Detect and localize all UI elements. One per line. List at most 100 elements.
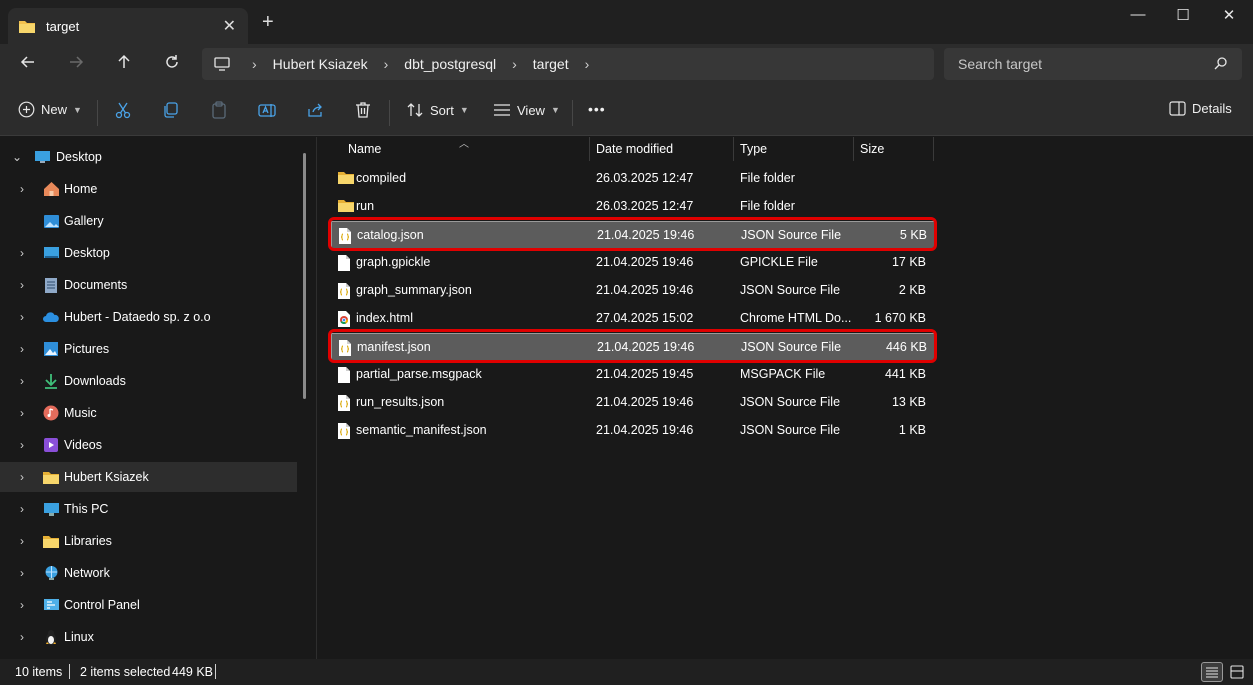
details-view-button[interactable] bbox=[1201, 662, 1223, 682]
chevron-right-icon[interactable]: › bbox=[20, 470, 24, 484]
new-button[interactable]: New ▼ bbox=[18, 101, 82, 118]
column-header-size[interactable]: Size bbox=[860, 137, 884, 161]
sidebar-item-control-panel[interactable]: › Control Panel bbox=[0, 590, 297, 620]
chevron-down-icon: ▼ bbox=[550, 105, 560, 115]
file-row[interactable]: partial_parse.msgpack 21.04.2025 19:45 MSG… bbox=[331, 361, 935, 389]
column-divider[interactable] bbox=[733, 137, 734, 161]
sidebar-item-documents[interactable]: › Documents bbox=[0, 270, 297, 300]
json-file-icon bbox=[337, 394, 353, 412]
folder-icon bbox=[19, 20, 35, 33]
sidebar-item-videos[interactable]: › Videos bbox=[0, 430, 297, 460]
file-row[interactable]: graph.gpickle 21.04.2025 19:46 GPICKLE Fil… bbox=[331, 249, 935, 277]
up-button[interactable] bbox=[109, 52, 139, 78]
chevron-right-icon[interactable]: › bbox=[20, 310, 24, 324]
sidebar-item-label: Music bbox=[64, 406, 97, 420]
search-box[interactable] bbox=[944, 48, 1242, 80]
minimize-button[interactable]: — bbox=[1123, 6, 1153, 23]
column-divider[interactable] bbox=[933, 137, 934, 161]
file-size: 17 KB bbox=[891, 255, 926, 269]
file-row[interactable]: compiled 26.03.2025 12:47 File folder bbox=[331, 165, 935, 193]
column-divider[interactable] bbox=[853, 137, 854, 161]
share-button[interactable] bbox=[306, 101, 324, 119]
chevron-right-icon[interactable]: › bbox=[20, 278, 24, 292]
breadcrumb-user[interactable]: Hubert Ksiazek bbox=[273, 56, 368, 72]
sidebar-item-linux[interactable]: › Linux bbox=[0, 622, 297, 652]
column-header-name[interactable]: Name bbox=[348, 137, 381, 161]
sidebar-scrollbar[interactable] bbox=[303, 153, 306, 399]
file-row[interactable]: semantic_manifest.json 21.04.2025 19:46 JS… bbox=[331, 417, 935, 445]
sidebar-item-desktop-root[interactable]: ⌄ Desktop bbox=[0, 142, 297, 172]
forward-button[interactable] bbox=[61, 52, 91, 78]
column-header-type[interactable]: Type bbox=[740, 137, 767, 161]
file-name: partial_parse.msgpack bbox=[356, 367, 482, 381]
chevron-right-icon[interactable]: › bbox=[20, 374, 24, 388]
file-name: run_results.json bbox=[356, 395, 445, 409]
details-button[interactable]: Details bbox=[1169, 101, 1232, 116]
sidebar-item-home[interactable]: › Home bbox=[0, 174, 297, 204]
sort-icon bbox=[407, 103, 423, 117]
view-button[interactable]: View ▼ bbox=[493, 101, 560, 119]
chevron-right-icon[interactable]: › bbox=[384, 56, 389, 72]
sidebar-item-pictures[interactable]: › Pictures bbox=[0, 334, 297, 364]
sidebar-item-label: Home bbox=[64, 182, 98, 196]
tiles-view-button[interactable] bbox=[1226, 662, 1248, 682]
cut-button[interactable] bbox=[114, 101, 132, 119]
sort-button[interactable]: Sort ▼ bbox=[406, 101, 469, 119]
file-size: 2 KB bbox=[898, 283, 926, 297]
address-bar[interactable]: › Hubert Ksiazek › dbt_postgresql › targ… bbox=[202, 48, 934, 80]
file-row[interactable]: graph_summary.json 21.04.2025 19:46 JSON S… bbox=[331, 277, 935, 305]
close-window-button[interactable]: ✕ bbox=[1214, 6, 1244, 24]
refresh-button[interactable] bbox=[157, 52, 187, 78]
documents-icon bbox=[42, 276, 60, 294]
pictures-icon bbox=[42, 340, 60, 358]
sidebar-item-gallery[interactable]: Gallery bbox=[0, 206, 297, 236]
sidebar-item-onedrive[interactable]: › Hubert - Dataedo sp. z o.o bbox=[0, 302, 297, 332]
chevron-right-icon[interactable]: › bbox=[20, 630, 24, 644]
folder-icon bbox=[337, 170, 354, 188]
chevron-right-icon[interactable]: › bbox=[20, 438, 24, 452]
file-date: 21.04.2025 19:46 bbox=[596, 283, 694, 297]
chevron-right-icon[interactable]: › bbox=[20, 502, 24, 516]
command-bar: New ▼ Sort ▼ View ▼ ••• Details bbox=[0, 88, 1253, 136]
chevron-right-icon[interactable]: › bbox=[20, 534, 24, 548]
sidebar-item-downloads[interactable]: › Downloads bbox=[0, 366, 297, 396]
paste-button[interactable] bbox=[210, 101, 228, 119]
tab-target[interactable]: target ✕ bbox=[8, 8, 248, 44]
new-tab-button[interactable]: + bbox=[262, 12, 274, 32]
tab-close-icon[interactable]: ✕ bbox=[223, 16, 236, 36]
chevron-right-icon[interactable]: › bbox=[20, 342, 24, 356]
more-options-button[interactable]: ••• bbox=[588, 101, 606, 117]
chevron-right-icon[interactable]: › bbox=[20, 566, 24, 580]
sidebar-item-libraries[interactable]: › Libraries bbox=[0, 526, 297, 556]
sidebar-item-network[interactable]: › Network bbox=[0, 558, 297, 588]
back-button[interactable] bbox=[13, 52, 43, 78]
sidebar-item-music[interactable]: › Music bbox=[0, 398, 297, 428]
file-icon bbox=[337, 366, 353, 384]
sidebar-item-label: Hubert Ksiazek bbox=[64, 470, 149, 484]
chevron-right-icon[interactable]: › bbox=[585, 56, 590, 72]
sidebar-item-label: Network bbox=[64, 566, 110, 580]
copy-button[interactable] bbox=[162, 101, 180, 119]
breadcrumb-target[interactable]: target bbox=[533, 56, 569, 72]
chevron-right-icon[interactable]: › bbox=[20, 406, 24, 420]
sidebar-item-desktop[interactable]: › Desktop bbox=[0, 238, 297, 268]
chevron-down-icon[interactable]: ⌄ bbox=[12, 150, 22, 164]
file-type: JSON Source File bbox=[740, 423, 841, 437]
chevron-right-icon[interactable]: › bbox=[20, 246, 24, 260]
chevron-right-icon[interactable]: › bbox=[20, 598, 24, 612]
maximize-button[interactable]: ☐ bbox=[1168, 6, 1198, 24]
delete-button[interactable] bbox=[354, 101, 372, 119]
chevron-right-icon[interactable]: › bbox=[20, 182, 24, 196]
sidebar-item-label: Hubert - Dataedo sp. z o.o bbox=[64, 310, 211, 324]
rename-button[interactable] bbox=[258, 101, 276, 119]
column-header-date[interactable]: Date modified bbox=[596, 137, 673, 161]
chevron-right-icon[interactable]: › bbox=[512, 56, 517, 72]
chevron-right-icon[interactable]: › bbox=[252, 56, 257, 72]
file-row[interactable]: run_results.json 21.04.2025 19:46 JSON Sou… bbox=[331, 389, 935, 417]
sidebar-item-this-pc[interactable]: › This PC bbox=[0, 494, 297, 524]
column-divider[interactable] bbox=[589, 137, 590, 161]
sidebar-item-hubert-ksiazek[interactable]: › Hubert Ksiazek bbox=[0, 462, 297, 492]
breadcrumb-project[interactable]: dbt_postgresql bbox=[404, 56, 496, 72]
search-input[interactable] bbox=[958, 56, 1208, 72]
folder-icon bbox=[42, 468, 60, 486]
